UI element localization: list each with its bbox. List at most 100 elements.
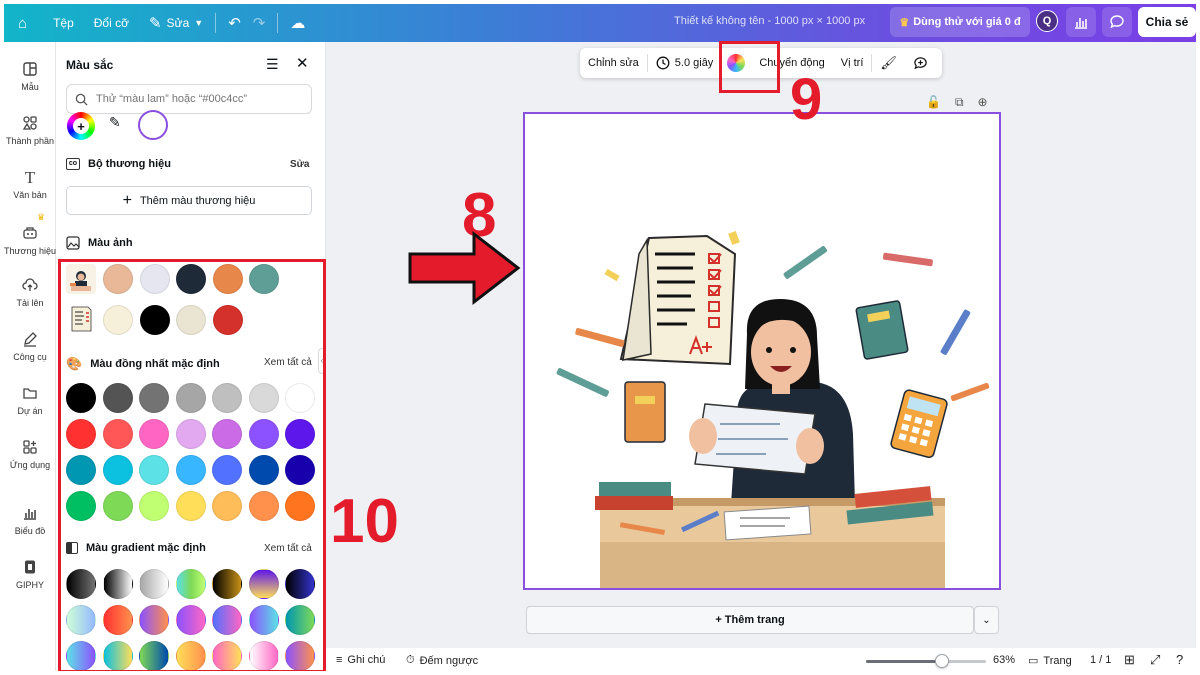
nav-brand[interactable]: ♛ Thương hiệu (4, 212, 56, 256)
photo-color-swatch[interactable] (176, 305, 206, 335)
solid-color-swatch[interactable] (102, 491, 133, 521)
gradient-color-swatch[interactable] (175, 569, 206, 599)
solid-color-swatch[interactable] (248, 383, 279, 413)
photo-color-swatch[interactable] (103, 305, 133, 335)
pages-button[interactable]: ▭ Trang (1028, 654, 1072, 668)
solid-color-swatch[interactable] (285, 419, 315, 449)
solid-color-swatch[interactable] (102, 419, 133, 449)
help-icon[interactable]: ? (1176, 652, 1183, 667)
gradient-color-swatch[interactable] (102, 569, 133, 599)
edit-menu[interactable]: ✎ Sửa ▼ (143, 9, 209, 37)
solid-color-swatch[interactable] (285, 491, 315, 521)
gradient-color-swatch[interactable] (66, 641, 96, 671)
see-all-solids-link[interactable]: Xem tất cả (264, 357, 312, 368)
brand-edit-link[interactable]: Sửa (290, 159, 309, 170)
solid-color-swatch[interactable] (175, 491, 206, 521)
notes-button[interactable]: ≡ Ghi chú (336, 654, 385, 666)
copy-style-button[interactable]: 🖌 (872, 48, 905, 78)
lock-icon[interactable]: 🔓 (926, 95, 941, 110)
photo-color-swatch[interactable] (249, 264, 279, 294)
gradient-color-swatch[interactable] (102, 605, 133, 635)
design-page[interactable] (523, 112, 1001, 590)
nav-text[interactable]: T Văn bản (4, 168, 56, 200)
solid-color-swatch[interactable] (285, 455, 315, 485)
solid-color-swatch[interactable] (102, 383, 133, 413)
share-button[interactable]: Chia sẻ (1138, 7, 1196, 37)
add-page-icon[interactable]: ⊕ (978, 95, 988, 110)
gradient-color-swatch[interactable] (285, 569, 315, 599)
see-all-gradients-link[interactable]: Xem tất cả (264, 543, 312, 554)
gradient-color-swatch[interactable] (139, 569, 169, 599)
nav-apps[interactable]: Ứng dụng (4, 438, 56, 470)
gradient-color-swatch[interactable] (212, 641, 242, 671)
zoom-slider[interactable] (866, 654, 986, 668)
zoom-slider-handle[interactable] (934, 654, 949, 668)
duration-button[interactable]: 5.0 giây (648, 48, 722, 78)
photo-color-swatch[interactable] (212, 264, 243, 294)
nav-projects[interactable]: Dự án (4, 384, 56, 416)
position-button[interactable]: Vị trí (833, 48, 872, 78)
gradient-color-swatch[interactable] (285, 641, 315, 671)
save-status-button[interactable]: ☁ (284, 9, 311, 37)
gradient-color-swatch[interactable] (139, 641, 169, 671)
avatar[interactable]: Q (1036, 10, 1058, 32)
color-button[interactable] (721, 48, 751, 78)
add-page-options-button[interactable]: ⌄ (974, 606, 999, 634)
grid-view-icon[interactable]: ⊞ (1124, 652, 1135, 668)
gradient-color-swatch[interactable] (212, 605, 242, 635)
add-color-button[interactable]: + (67, 112, 95, 140)
current-color-swatch[interactable] (138, 110, 168, 140)
solid-color-swatch[interactable] (212, 383, 242, 413)
solid-color-swatch[interactable] (248, 419, 279, 449)
gradient-color-swatch[interactable] (175, 641, 206, 671)
gradient-color-swatch[interactable] (102, 641, 133, 671)
list-view-icon[interactable]: ☰ (266, 56, 279, 73)
nav-giphy[interactable]: GIPHY (4, 558, 56, 590)
gradient-color-swatch[interactable] (66, 569, 96, 599)
solid-color-swatch[interactable] (175, 419, 206, 449)
add-page-button[interactable]: + Thêm trang (526, 606, 974, 634)
gradient-color-swatch[interactable] (175, 605, 206, 635)
add-brand-color-button[interactable]: + Thêm màu thương hiệu (66, 186, 312, 215)
home-button[interactable]: ⌂ (12, 9, 33, 37)
gradient-color-swatch[interactable] (139, 605, 169, 635)
solid-color-swatch[interactable] (248, 491, 279, 521)
gradient-color-swatch[interactable] (248, 641, 279, 671)
solid-color-swatch[interactable] (139, 455, 169, 485)
search-input[interactable] (96, 93, 296, 105)
solid-color-swatch[interactable] (66, 383, 96, 413)
gradient-color-swatch[interactable] (248, 605, 279, 635)
photo-color-swatch[interactable] (103, 264, 133, 294)
file-menu[interactable]: Tệp (47, 9, 80, 37)
photo-color-swatch[interactable] (139, 264, 170, 294)
gradient-color-swatch[interactable] (285, 605, 315, 635)
solid-color-swatch[interactable] (212, 455, 242, 485)
insights-button[interactable] (1066, 7, 1096, 37)
solid-color-swatch[interactable] (102, 455, 133, 485)
trial-button[interactable]: ♛ Dùng thử với giá 0 đ (890, 7, 1030, 37)
nav-tools[interactable]: Công cụ (4, 330, 56, 362)
solid-color-swatch[interactable] (139, 383, 169, 413)
solid-color-swatch[interactable] (66, 455, 96, 485)
photo-color-swatch[interactable] (176, 264, 206, 294)
nav-elements[interactable]: Thành phần (4, 114, 56, 146)
photo-thumbnail-2[interactable] (66, 304, 96, 334)
resize-menu[interactable]: Đổi cỡ (88, 9, 135, 37)
panel-collapse-handle[interactable]: ‹ (318, 348, 325, 374)
gradient-color-swatch[interactable] (212, 569, 242, 599)
duplicate-page-icon[interactable]: ⧉ (955, 95, 964, 110)
fullscreen-icon[interactable]: ⤢ (1150, 652, 1160, 668)
solid-color-swatch[interactable] (66, 419, 96, 449)
timer-button[interactable]: ⏱ Đếm ngược (406, 654, 478, 667)
photo-color-swatch[interactable] (212, 305, 243, 335)
gradient-color-swatch[interactable] (66, 605, 96, 635)
solid-color-swatch[interactable] (248, 455, 279, 485)
add-comment-button[interactable] (905, 48, 936, 78)
solid-color-swatch[interactable] (285, 383, 315, 413)
solid-color-swatch[interactable] (66, 491, 96, 521)
solid-color-swatch[interactable] (212, 491, 242, 521)
document-title[interactable]: Thiết kế không tên - 1000 px × 1000 px (674, 15, 884, 27)
color-search[interactable] (66, 84, 312, 114)
undo-button[interactable]: ↶ (222, 9, 247, 37)
edit-image-button[interactable]: Chỉnh sửa (580, 48, 647, 78)
